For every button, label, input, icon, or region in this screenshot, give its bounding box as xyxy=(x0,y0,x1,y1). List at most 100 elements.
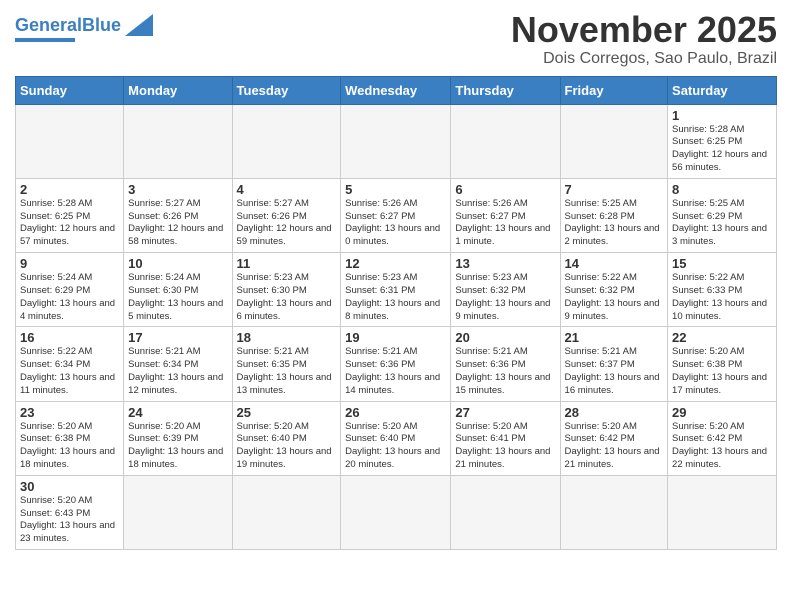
day-number: 18 xyxy=(237,330,337,345)
weekday-header-row: SundayMondayTuesdayWednesdayThursdayFrid… xyxy=(16,76,777,104)
calendar-week-row: 23Sunrise: 5:20 AM Sunset: 6:38 PM Dayli… xyxy=(16,401,777,475)
page-header: GeneralBlue November 2025 Dois Corregos,… xyxy=(15,10,777,68)
weekday-header: Friday xyxy=(560,76,668,104)
calendar-cell: 4Sunrise: 5:27 AM Sunset: 6:26 PM Daylig… xyxy=(232,178,341,252)
calendar-cell: 16Sunrise: 5:22 AM Sunset: 6:34 PM Dayli… xyxy=(16,327,124,401)
calendar-week-row: 9Sunrise: 5:24 AM Sunset: 6:29 PM Daylig… xyxy=(16,253,777,327)
calendar-cell: 26Sunrise: 5:20 AM Sunset: 6:40 PM Dayli… xyxy=(341,401,451,475)
calendar-cell xyxy=(560,475,668,549)
calendar-cell: 10Sunrise: 5:24 AM Sunset: 6:30 PM Dayli… xyxy=(124,253,232,327)
logo-text: GeneralBlue xyxy=(15,16,121,34)
day-info: Sunrise: 5:27 AM Sunset: 6:26 PM Dayligh… xyxy=(128,198,227,249)
month-title: November 2025 xyxy=(511,10,777,50)
day-number: 15 xyxy=(672,256,772,271)
day-info: Sunrise: 5:20 AM Sunset: 6:39 PM Dayligh… xyxy=(128,421,227,472)
day-number: 3 xyxy=(128,182,227,197)
calendar-cell: 19Sunrise: 5:21 AM Sunset: 6:36 PM Dayli… xyxy=(341,327,451,401)
day-info: Sunrise: 5:21 AM Sunset: 6:36 PM Dayligh… xyxy=(345,346,446,397)
day-number: 16 xyxy=(20,330,119,345)
day-number: 22 xyxy=(672,330,772,345)
logo-blue: Blue xyxy=(82,15,121,35)
day-info: Sunrise: 5:25 AM Sunset: 6:28 PM Dayligh… xyxy=(565,198,664,249)
calendar-cell xyxy=(341,104,451,178)
day-number: 21 xyxy=(565,330,664,345)
calendar-cell: 3Sunrise: 5:27 AM Sunset: 6:26 PM Daylig… xyxy=(124,178,232,252)
calendar-week-row: 2Sunrise: 5:28 AM Sunset: 6:25 PM Daylig… xyxy=(16,178,777,252)
calendar-cell: 22Sunrise: 5:20 AM Sunset: 6:38 PM Dayli… xyxy=(668,327,777,401)
day-info: Sunrise: 5:20 AM Sunset: 6:40 PM Dayligh… xyxy=(237,421,337,472)
calendar: SundayMondayTuesdayWednesdayThursdayFrid… xyxy=(15,76,777,551)
day-number: 23 xyxy=(20,405,119,420)
day-number: 7 xyxy=(565,182,664,197)
day-info: Sunrise: 5:24 AM Sunset: 6:30 PM Dayligh… xyxy=(128,272,227,323)
day-info: Sunrise: 5:21 AM Sunset: 6:36 PM Dayligh… xyxy=(455,346,555,397)
calendar-cell xyxy=(341,475,451,549)
day-info: Sunrise: 5:28 AM Sunset: 6:25 PM Dayligh… xyxy=(672,124,772,175)
day-info: Sunrise: 5:20 AM Sunset: 6:41 PM Dayligh… xyxy=(455,421,555,472)
day-number: 26 xyxy=(345,405,446,420)
day-info: Sunrise: 5:27 AM Sunset: 6:26 PM Dayligh… xyxy=(237,198,337,249)
calendar-cell xyxy=(451,475,560,549)
calendar-cell: 17Sunrise: 5:21 AM Sunset: 6:34 PM Dayli… xyxy=(124,327,232,401)
day-info: Sunrise: 5:22 AM Sunset: 6:33 PM Dayligh… xyxy=(672,272,772,323)
day-info: Sunrise: 5:26 AM Sunset: 6:27 PM Dayligh… xyxy=(455,198,555,249)
calendar-cell: 14Sunrise: 5:22 AM Sunset: 6:32 PM Dayli… xyxy=(560,253,668,327)
calendar-cell: 15Sunrise: 5:22 AM Sunset: 6:33 PM Dayli… xyxy=(668,253,777,327)
day-info: Sunrise: 5:21 AM Sunset: 6:34 PM Dayligh… xyxy=(128,346,227,397)
calendar-cell: 6Sunrise: 5:26 AM Sunset: 6:27 PM Daylig… xyxy=(451,178,560,252)
calendar-cell xyxy=(668,475,777,549)
calendar-week-row: 16Sunrise: 5:22 AM Sunset: 6:34 PM Dayli… xyxy=(16,327,777,401)
day-number: 5 xyxy=(345,182,446,197)
weekday-header: Wednesday xyxy=(341,76,451,104)
day-info: Sunrise: 5:23 AM Sunset: 6:31 PM Dayligh… xyxy=(345,272,446,323)
day-info: Sunrise: 5:22 AM Sunset: 6:34 PM Dayligh… xyxy=(20,346,119,397)
calendar-cell xyxy=(560,104,668,178)
location: Dois Corregos, Sao Paulo, Brazil xyxy=(511,50,777,68)
calendar-cell: 23Sunrise: 5:20 AM Sunset: 6:38 PM Dayli… xyxy=(16,401,124,475)
day-info: Sunrise: 5:20 AM Sunset: 6:38 PM Dayligh… xyxy=(672,346,772,397)
calendar-cell: 29Sunrise: 5:20 AM Sunset: 6:42 PM Dayli… xyxy=(668,401,777,475)
day-number: 6 xyxy=(455,182,555,197)
day-info: Sunrise: 5:22 AM Sunset: 6:32 PM Dayligh… xyxy=(565,272,664,323)
weekday-header: Sunday xyxy=(16,76,124,104)
calendar-cell xyxy=(16,104,124,178)
calendar-cell: 5Sunrise: 5:26 AM Sunset: 6:27 PM Daylig… xyxy=(341,178,451,252)
day-number: 14 xyxy=(565,256,664,271)
logo-underline xyxy=(15,38,75,42)
day-number: 10 xyxy=(128,256,227,271)
day-number: 28 xyxy=(565,405,664,420)
day-info: Sunrise: 5:24 AM Sunset: 6:29 PM Dayligh… xyxy=(20,272,119,323)
calendar-cell: 13Sunrise: 5:23 AM Sunset: 6:32 PM Dayli… xyxy=(451,253,560,327)
day-number: 12 xyxy=(345,256,446,271)
calendar-cell: 27Sunrise: 5:20 AM Sunset: 6:41 PM Dayli… xyxy=(451,401,560,475)
calendar-cell xyxy=(124,104,232,178)
day-number: 29 xyxy=(672,405,772,420)
day-number: 13 xyxy=(455,256,555,271)
calendar-week-row: 1Sunrise: 5:28 AM Sunset: 6:25 PM Daylig… xyxy=(16,104,777,178)
day-number: 24 xyxy=(128,405,227,420)
day-number: 17 xyxy=(128,330,227,345)
day-info: Sunrise: 5:20 AM Sunset: 6:43 PM Dayligh… xyxy=(20,495,119,546)
day-info: Sunrise: 5:23 AM Sunset: 6:32 PM Dayligh… xyxy=(455,272,555,323)
calendar-cell xyxy=(124,475,232,549)
day-info: Sunrise: 5:20 AM Sunset: 6:38 PM Dayligh… xyxy=(20,421,119,472)
day-number: 20 xyxy=(455,330,555,345)
day-number: 11 xyxy=(237,256,337,271)
day-number: 30 xyxy=(20,479,119,494)
day-info: Sunrise: 5:25 AM Sunset: 6:29 PM Dayligh… xyxy=(672,198,772,249)
day-number: 27 xyxy=(455,405,555,420)
calendar-week-row: 30Sunrise: 5:20 AM Sunset: 6:43 PM Dayli… xyxy=(16,475,777,549)
calendar-cell xyxy=(232,475,341,549)
day-info: Sunrise: 5:21 AM Sunset: 6:37 PM Dayligh… xyxy=(565,346,664,397)
day-info: Sunrise: 5:20 AM Sunset: 6:42 PM Dayligh… xyxy=(565,421,664,472)
calendar-cell: 2Sunrise: 5:28 AM Sunset: 6:25 PM Daylig… xyxy=(16,178,124,252)
calendar-cell: 18Sunrise: 5:21 AM Sunset: 6:35 PM Dayli… xyxy=(232,327,341,401)
day-number: 2 xyxy=(20,182,119,197)
calendar-cell: 1Sunrise: 5:28 AM Sunset: 6:25 PM Daylig… xyxy=(668,104,777,178)
day-number: 8 xyxy=(672,182,772,197)
calendar-cell: 30Sunrise: 5:20 AM Sunset: 6:43 PM Dayli… xyxy=(16,475,124,549)
day-info: Sunrise: 5:26 AM Sunset: 6:27 PM Dayligh… xyxy=(345,198,446,249)
calendar-cell: 28Sunrise: 5:20 AM Sunset: 6:42 PM Dayli… xyxy=(560,401,668,475)
weekday-header: Monday xyxy=(124,76,232,104)
day-info: Sunrise: 5:28 AM Sunset: 6:25 PM Dayligh… xyxy=(20,198,119,249)
